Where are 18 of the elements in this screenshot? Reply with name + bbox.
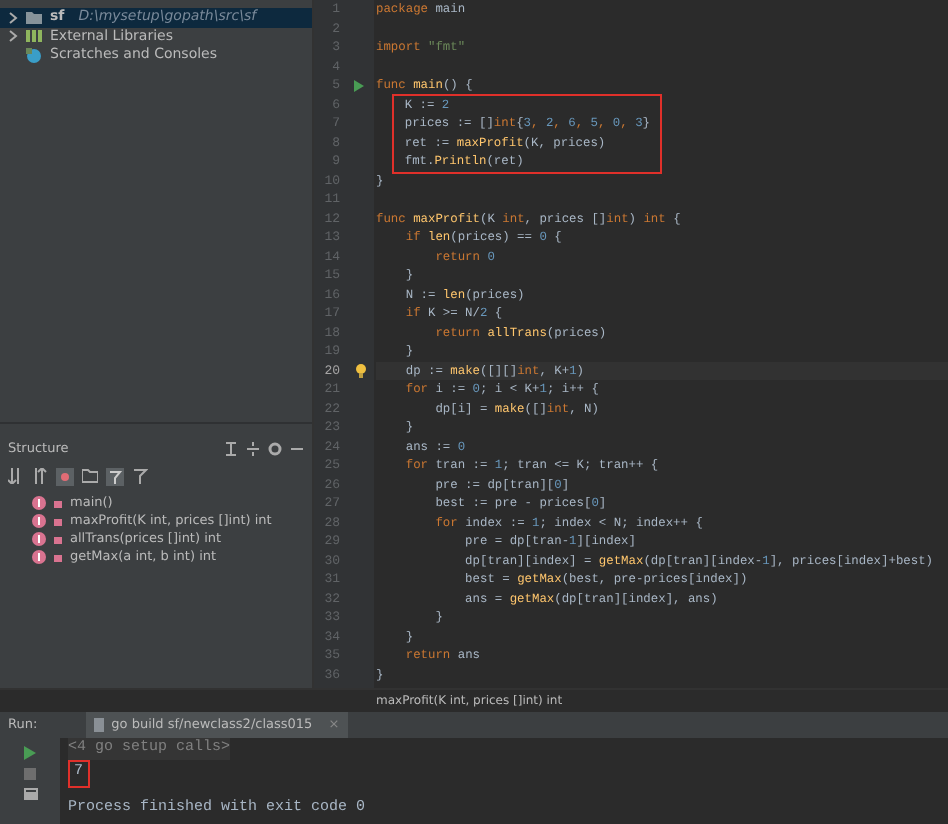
run-icon[interactable] bbox=[354, 79, 364, 92]
library-icon bbox=[26, 28, 42, 45]
console-icon bbox=[26, 47, 42, 64]
function-icon bbox=[32, 495, 46, 510]
folder-icon[interactable] bbox=[82, 468, 98, 485]
lightbulb-icon[interactable] bbox=[356, 363, 366, 378]
sort-icon[interactable] bbox=[32, 468, 48, 485]
expand-caret-icon[interactable] bbox=[8, 11, 18, 24]
folder-icon bbox=[26, 9, 42, 26]
file-icon bbox=[93, 718, 104, 732]
expand-caret-icon[interactable] bbox=[8, 30, 18, 43]
function-icon bbox=[32, 513, 46, 528]
sort-icon[interactable] bbox=[8, 468, 24, 485]
run-icon[interactable] bbox=[24, 746, 36, 760]
function-icon bbox=[32, 531, 46, 546]
settings-icon[interactable] bbox=[268, 442, 282, 457]
function-icon bbox=[32, 549, 46, 564]
layout-icon[interactable] bbox=[23, 788, 37, 800]
